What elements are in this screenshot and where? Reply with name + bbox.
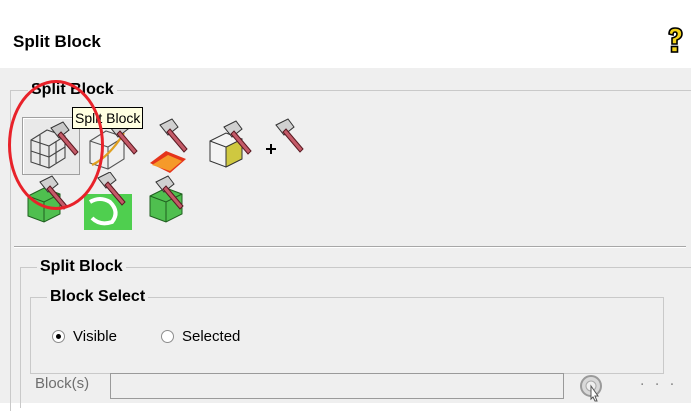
visible-radio-label: Visible (73, 328, 117, 345)
hatchet-red-face-icon (150, 118, 188, 173)
split-vertex-tool-button[interactable] (262, 117, 320, 175)
select-blocks-cursor-icon[interactable] (574, 370, 608, 402)
split-green-block-2-tool-button[interactable] (146, 172, 204, 230)
help-question-icon[interactable] (662, 26, 686, 56)
split-green-shape-tool-button[interactable] (82, 172, 140, 230)
selected-radio[interactable] (161, 330, 174, 343)
hatchet-green-cube-2-icon (149, 175, 184, 223)
hatchet-yellow-cube-icon (209, 120, 252, 168)
tooltip: Split Block (72, 107, 144, 129)
more-options-button[interactable]: . . . (640, 372, 677, 390)
hatchet-green-shape-icon (84, 172, 132, 230)
split-block-group-label: Split Block (37, 258, 126, 276)
hatchet-green-cube-icon (27, 175, 68, 223)
blocks-input[interactable] (110, 373, 564, 399)
hatchet-vertex-icon (266, 118, 304, 154)
page-title: Split Block (13, 32, 101, 51)
visible-radio[interactable] (52, 330, 65, 343)
split-yellow-block-tool-button[interactable] (206, 117, 264, 175)
title-bar: Split Block (0, 0, 691, 69)
split-face-tool-button[interactable] (146, 117, 204, 175)
divider (14, 246, 686, 248)
split-green-block-tool-button[interactable] (24, 172, 82, 230)
selected-radio-label: Selected (182, 328, 241, 345)
block-select-group (30, 297, 664, 374)
outer-group-label: Split Block (28, 81, 117, 99)
block-select-label: Block Select (47, 288, 149, 306)
blocks-label: Block(s) (35, 375, 90, 392)
